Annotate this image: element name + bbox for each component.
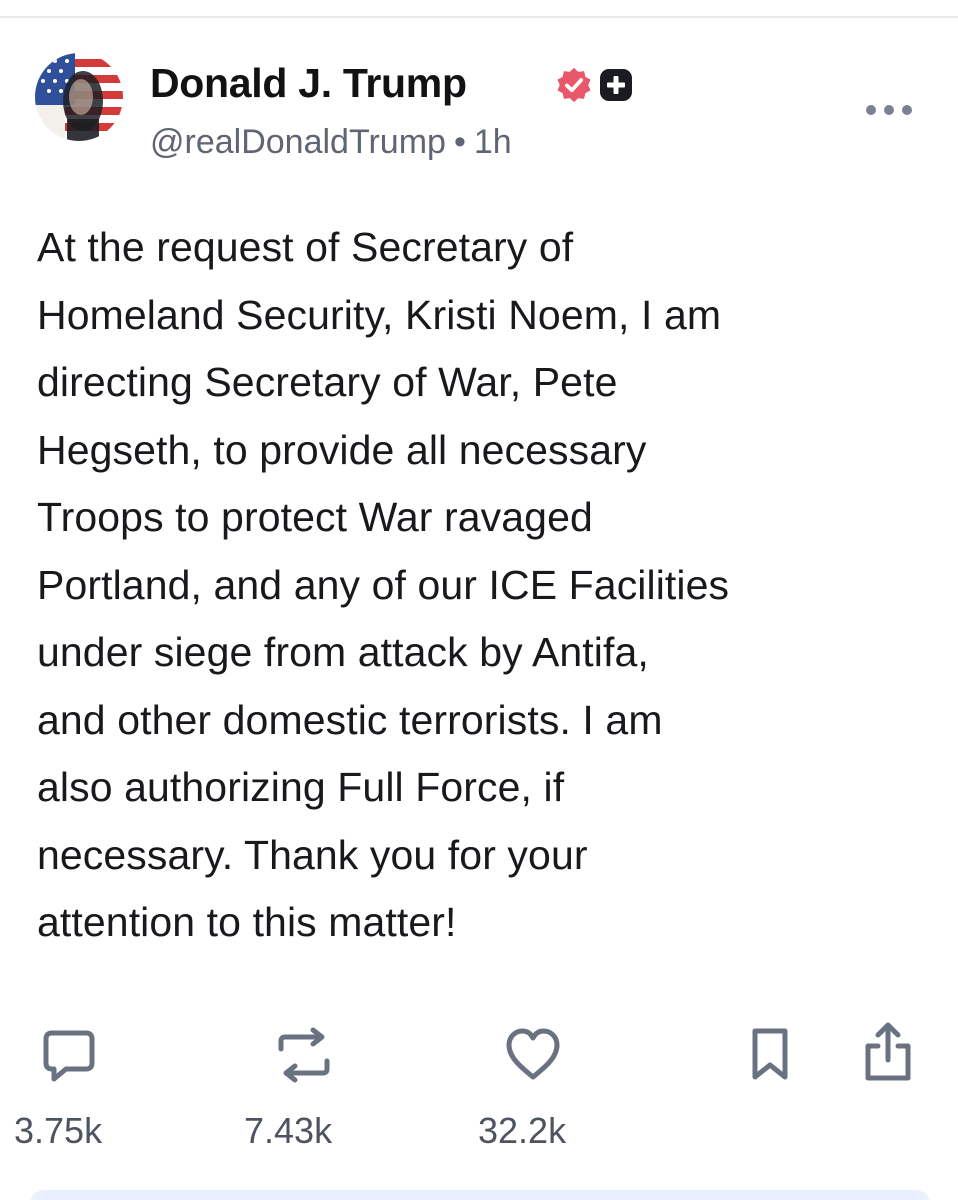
handle-line: @realDonaldTrump • 1h: [150, 119, 512, 165]
post-text-line: and other domestic terrorists. I am: [37, 696, 663, 743]
timestamp[interactable]: 1h: [474, 123, 512, 161]
avatar[interactable]: [35, 53, 123, 141]
like-count: 32.2k: [478, 1110, 567, 1151]
post-text-line: under siege from attack by Antifa,: [37, 629, 649, 675]
verified-badge-icon: [557, 67, 591, 103]
handle[interactable]: @realDonaldTrump: [150, 123, 446, 161]
post-body: At the request of Secretary of Homeland …: [37, 214, 937, 957]
post-text-line: directing Secretary of War, Pete: [37, 359, 618, 405]
top-divider: [0, 16, 958, 18]
display-name[interactable]: Donald J. Trump: [150, 58, 467, 108]
avatar-image: [35, 53, 123, 141]
repost-count: 7.43k: [244, 1110, 333, 1151]
post-text-line: necessary. Thank you for your: [37, 831, 588, 878]
repost-icon[interactable]: [271, 1027, 337, 1085]
reply-count: 3.75k: [14, 1110, 103, 1151]
plus-badge-icon: [600, 69, 632, 101]
post-text-line: Hegseth, to provide all necessary: [37, 426, 647, 473]
post-card: Donald J. Trump @realDonaldTrump • 1h At t…: [0, 0, 958, 1200]
post-text-line: Portland, and any of our ICE Facilities: [37, 561, 730, 608]
bookmark-icon[interactable]: [748, 1025, 792, 1083]
post-text-line: Homeland Security, Kristi Noem, I am: [37, 291, 722, 338]
reply-icon[interactable]: [40, 1027, 98, 1085]
post-text-line: At the request of Secretary of: [37, 224, 574, 270]
share-icon[interactable]: [858, 1020, 918, 1084]
separator: •: [453, 123, 466, 161]
post-text-line: also authorizing Full Force, if: [37, 764, 565, 810]
more-options-icon[interactable]: [862, 100, 916, 120]
post-text-line: Troops to protect War ravaged: [37, 494, 593, 540]
heart-icon[interactable]: [502, 1025, 564, 1083]
post-text-line: attention to this matter!: [37, 899, 457, 945]
next-post-preview: [30, 1190, 930, 1200]
